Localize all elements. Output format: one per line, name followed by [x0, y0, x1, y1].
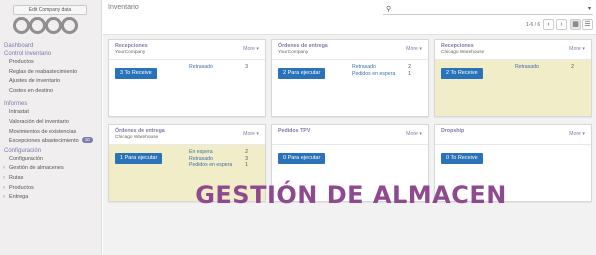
sidebar-section-dashboard[interactable]: Dashboard	[0, 42, 102, 50]
card-header: Órdenes de entrega YourCompany More ▾	[272, 40, 428, 60]
more-dropdown[interactable]: More ▾	[406, 131, 422, 137]
more-dropdown[interactable]: More ▾	[243, 131, 259, 137]
card-subtitle: Chicago Warehouse	[115, 135, 159, 140]
kanban-dashboard: Recepciones YourCompany More ▾ 3 To Receive…	[103, 35, 596, 255]
stat-link[interactable]: Pedidos en espera	[189, 162, 232, 169]
card-action-button[interactable]: 3 To Receive	[115, 68, 157, 79]
card-action-button[interactable]: 1 Para ejecutar	[115, 153, 163, 164]
sidebar-item-reglas-de-reabastecimiento[interactable]: Reglas de reabastecimiento	[0, 68, 102, 78]
sidebar-item-ajustes-de-inventario[interactable]: Ajustes de inventario	[0, 77, 102, 87]
sidebar-item-intrastat[interactable]: Intrastat	[0, 108, 102, 118]
count-badge: 10	[81, 137, 93, 144]
sidebar-section-configuracion: Configuración	[4, 147, 42, 154]
sidebar: Edit Company data Dashboard Control inven…	[0, 0, 102, 255]
card-subtitle: YourCompany	[115, 50, 146, 55]
sidebar-item-movimientos-de-existencias[interactable]: Movimientos de existencias	[0, 128, 102, 138]
sidebar-item-gestion-de-almacenes[interactable]: Gestión de almacenes	[0, 164, 102, 174]
sidebar-menu: Dashboard Control inventario Productos Regl…	[0, 42, 102, 203]
stat-count: 1	[245, 162, 248, 168]
pager-prev-button[interactable]: ‹	[543, 19, 554, 30]
card-title[interactable]: Recepciones	[441, 43, 474, 49]
company-logo	[13, 16, 78, 34]
stat-count: 1	[408, 70, 411, 77]
breadcrumb[interactable]: Inventario	[108, 4, 139, 11]
card-subtitle: Chicago Warehouse	[441, 50, 485, 55]
stat-count: 2	[571, 64, 574, 70]
card-subtitle: YourCompany	[278, 50, 309, 55]
card-title[interactable]: Pedidos TPV	[278, 128, 310, 134]
sidebar-section-control-inventario: Control inventario	[4, 51, 52, 57]
sidebar-item-valoracion-del-inventario[interactable]: Valoración del inventario	[0, 118, 102, 128]
sidebar-item-entrega[interactable]: Entrega	[0, 193, 102, 203]
card-title[interactable]: Recepciones	[115, 43, 148, 49]
overlay-title: GESTIÓN DE ALMACEN	[195, 181, 507, 209]
stat-link[interactable]: Pedidos en espera	[352, 71, 395, 78]
sidebar-item-productos[interactable]: Productos	[0, 184, 102, 194]
sidebar-item-productos[interactable]: Productos	[0, 58, 102, 68]
card-header: Órdenes de entrega Chicago Warehouse More …	[109, 125, 265, 145]
more-dropdown[interactable]: More ▾	[243, 46, 259, 52]
stat-link[interactable]: Retrasado	[515, 64, 539, 71]
edit-company-button[interactable]: Edit Company data	[13, 5, 87, 15]
card-action-button[interactable]: 2 To Receive	[441, 68, 483, 79]
sidebar-item-costes-en-destino[interactable]: Costes en destino	[0, 87, 102, 97]
grid-icon[interactable]: ▦	[570, 19, 581, 30]
search-icon: ⚲	[386, 6, 392, 13]
card-action-button[interactable]: 0 Para ejecutar	[278, 153, 326, 164]
card-header: Recepciones Chicago Warehouse More ▾	[435, 40, 591, 60]
pager-value[interactable]: 1-6 / 6	[526, 22, 540, 28]
operation-card[interactable]: Órdenes de entrega YourCompany More ▾ 2 Par…	[271, 39, 429, 117]
more-dropdown[interactable]: More ▾	[569, 131, 585, 137]
sidebar-item-excepciones-abastecimiento[interactable]: Excepciones abastecimiento 10	[0, 137, 102, 147]
list-icon[interactable]: ☰	[582, 19, 593, 30]
main-area: Inventario ⚲ ▾ 1-6 / 6 ‹ › ▦ ☰ Recepcion…	[103, 0, 596, 255]
more-dropdown[interactable]: More ▾	[569, 46, 585, 52]
card-title[interactable]: Órdenes de entrega	[115, 128, 165, 134]
card-action-button[interactable]: 0 To Receive	[441, 153, 483, 164]
stat-link[interactable]: Retrasado	[189, 64, 213, 71]
search-input[interactable]: ⚲ ▾	[383, 5, 593, 15]
stat-count: 3	[245, 64, 248, 70]
card-header: Pedidos TPV More ▾	[272, 125, 428, 145]
more-dropdown[interactable]: More ▾	[406, 46, 422, 52]
card-title[interactable]: Dropship	[441, 128, 464, 134]
sidebar-section-informes: Informes	[4, 101, 28, 108]
sidebar-item-rutas[interactable]: Rutas	[0, 174, 102, 184]
card-title[interactable]: Órdenes de entrega	[278, 43, 328, 49]
card-action-button[interactable]: 2 Para ejecutar	[278, 68, 326, 79]
card-header: Dropship More ▾	[435, 125, 591, 145]
caret-down-icon[interactable]: ▾	[588, 5, 591, 12]
pager-next-button[interactable]: ›	[556, 19, 567, 30]
operation-card[interactable]: Recepciones Chicago Warehouse More ▾ 2 To R…	[434, 39, 592, 117]
sidebar-item-configuracion[interactable]: Configuración	[0, 155, 102, 165]
operation-card[interactable]: Recepciones YourCompany More ▾ 3 To Receive…	[108, 39, 266, 117]
card-header: Recepciones YourCompany More ▾	[109, 40, 265, 60]
